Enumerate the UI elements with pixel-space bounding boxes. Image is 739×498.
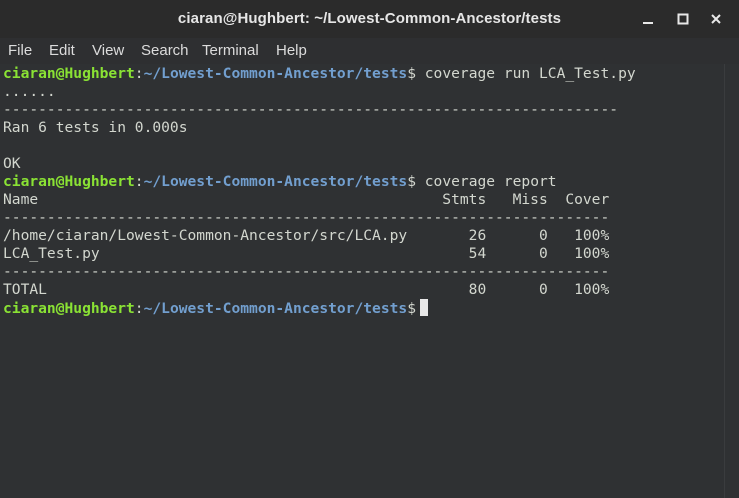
- report-total-row: TOTAL 80 0 100%: [3, 281, 610, 298]
- close-icon: [711, 14, 721, 24]
- minimize-icon: [643, 22, 653, 24]
- output-line: Ran 6 tests in 0.000s: [3, 119, 188, 136]
- prompt-symbol: $: [407, 173, 416, 190]
- terminal-output[interactable]: ciaran@Hughbert:~/Lowest-Common-Ancestor…: [0, 64, 724, 498]
- prompt-symbol: $: [407, 300, 416, 317]
- command-text: coverage report: [415, 173, 557, 190]
- prompt-user-host: ciaran@Hughbert: [3, 300, 135, 317]
- prompt-line: ciaran@Hughbert:~/Lowest-Common-Ancestor…: [3, 299, 428, 317]
- prompt-path: ~/Lowest-Common-Ancestor/tests: [143, 173, 408, 190]
- output-line: ......: [3, 83, 56, 100]
- prompt-user-host: ciaran@Hughbert: [3, 173, 135, 190]
- output-line: OK: [3, 155, 21, 172]
- output-separator: ----------------------------------------…: [3, 263, 610, 280]
- menu-help[interactable]: Help: [276, 42, 307, 59]
- command-text: coverage run LCA_Test.py: [415, 65, 636, 82]
- menu-search[interactable]: Search: [141, 42, 189, 59]
- minimize-button[interactable]: [637, 8, 659, 30]
- report-row: LCA_Test.py 54 0 100%: [3, 245, 610, 262]
- prompt-colon: :: [134, 300, 144, 317]
- prompt-user-host: ciaran@Hughbert: [3, 65, 135, 82]
- report-row: /home/ciaran/Lowest-Common-Ancestor/src/…: [3, 227, 610, 244]
- prompt-line: ciaran@Hughbert:~/Lowest-Common-Ancestor…: [3, 173, 557, 191]
- output-separator: ----------------------------------------…: [3, 209, 610, 226]
- text-cursor: [419, 299, 428, 316]
- prompt-symbol: $: [407, 65, 416, 82]
- menu-view[interactable]: View: [92, 42, 124, 59]
- title-bar[interactable]: ciaran@Hughbert: ~/Lowest-Common-Ancesto…: [0, 0, 739, 38]
- menu-file[interactable]: File: [8, 42, 32, 59]
- output-separator: ----------------------------------------…: [3, 101, 619, 118]
- menu-terminal[interactable]: Terminal: [202, 42, 259, 59]
- prompt-line: ciaran@Hughbert:~/Lowest-Common-Ancestor…: [3, 65, 636, 83]
- prompt-colon: :: [134, 173, 144, 190]
- maximize-button[interactable]: [672, 8, 694, 30]
- menu-bar: File Edit View Search Terminal Help: [0, 38, 739, 64]
- terminal-window: ciaran@Hughbert: ~/Lowest-Common-Ancesto…: [0, 0, 739, 498]
- menu-edit[interactable]: Edit: [49, 42, 75, 59]
- maximize-icon: [677, 13, 689, 25]
- prompt-path: ~/Lowest-Common-Ancestor/tests: [143, 65, 408, 82]
- prompt-path: ~/Lowest-Common-Ancestor/tests: [143, 300, 408, 317]
- prompt-colon: :: [134, 65, 144, 82]
- close-button[interactable]: [705, 8, 727, 30]
- window-title: ciaran@Hughbert: ~/Lowest-Common-Ancesto…: [177, 10, 562, 27]
- report-header: Name Stmts Miss Cover: [3, 191, 610, 208]
- vertical-scrollbar[interactable]: [724, 64, 739, 498]
